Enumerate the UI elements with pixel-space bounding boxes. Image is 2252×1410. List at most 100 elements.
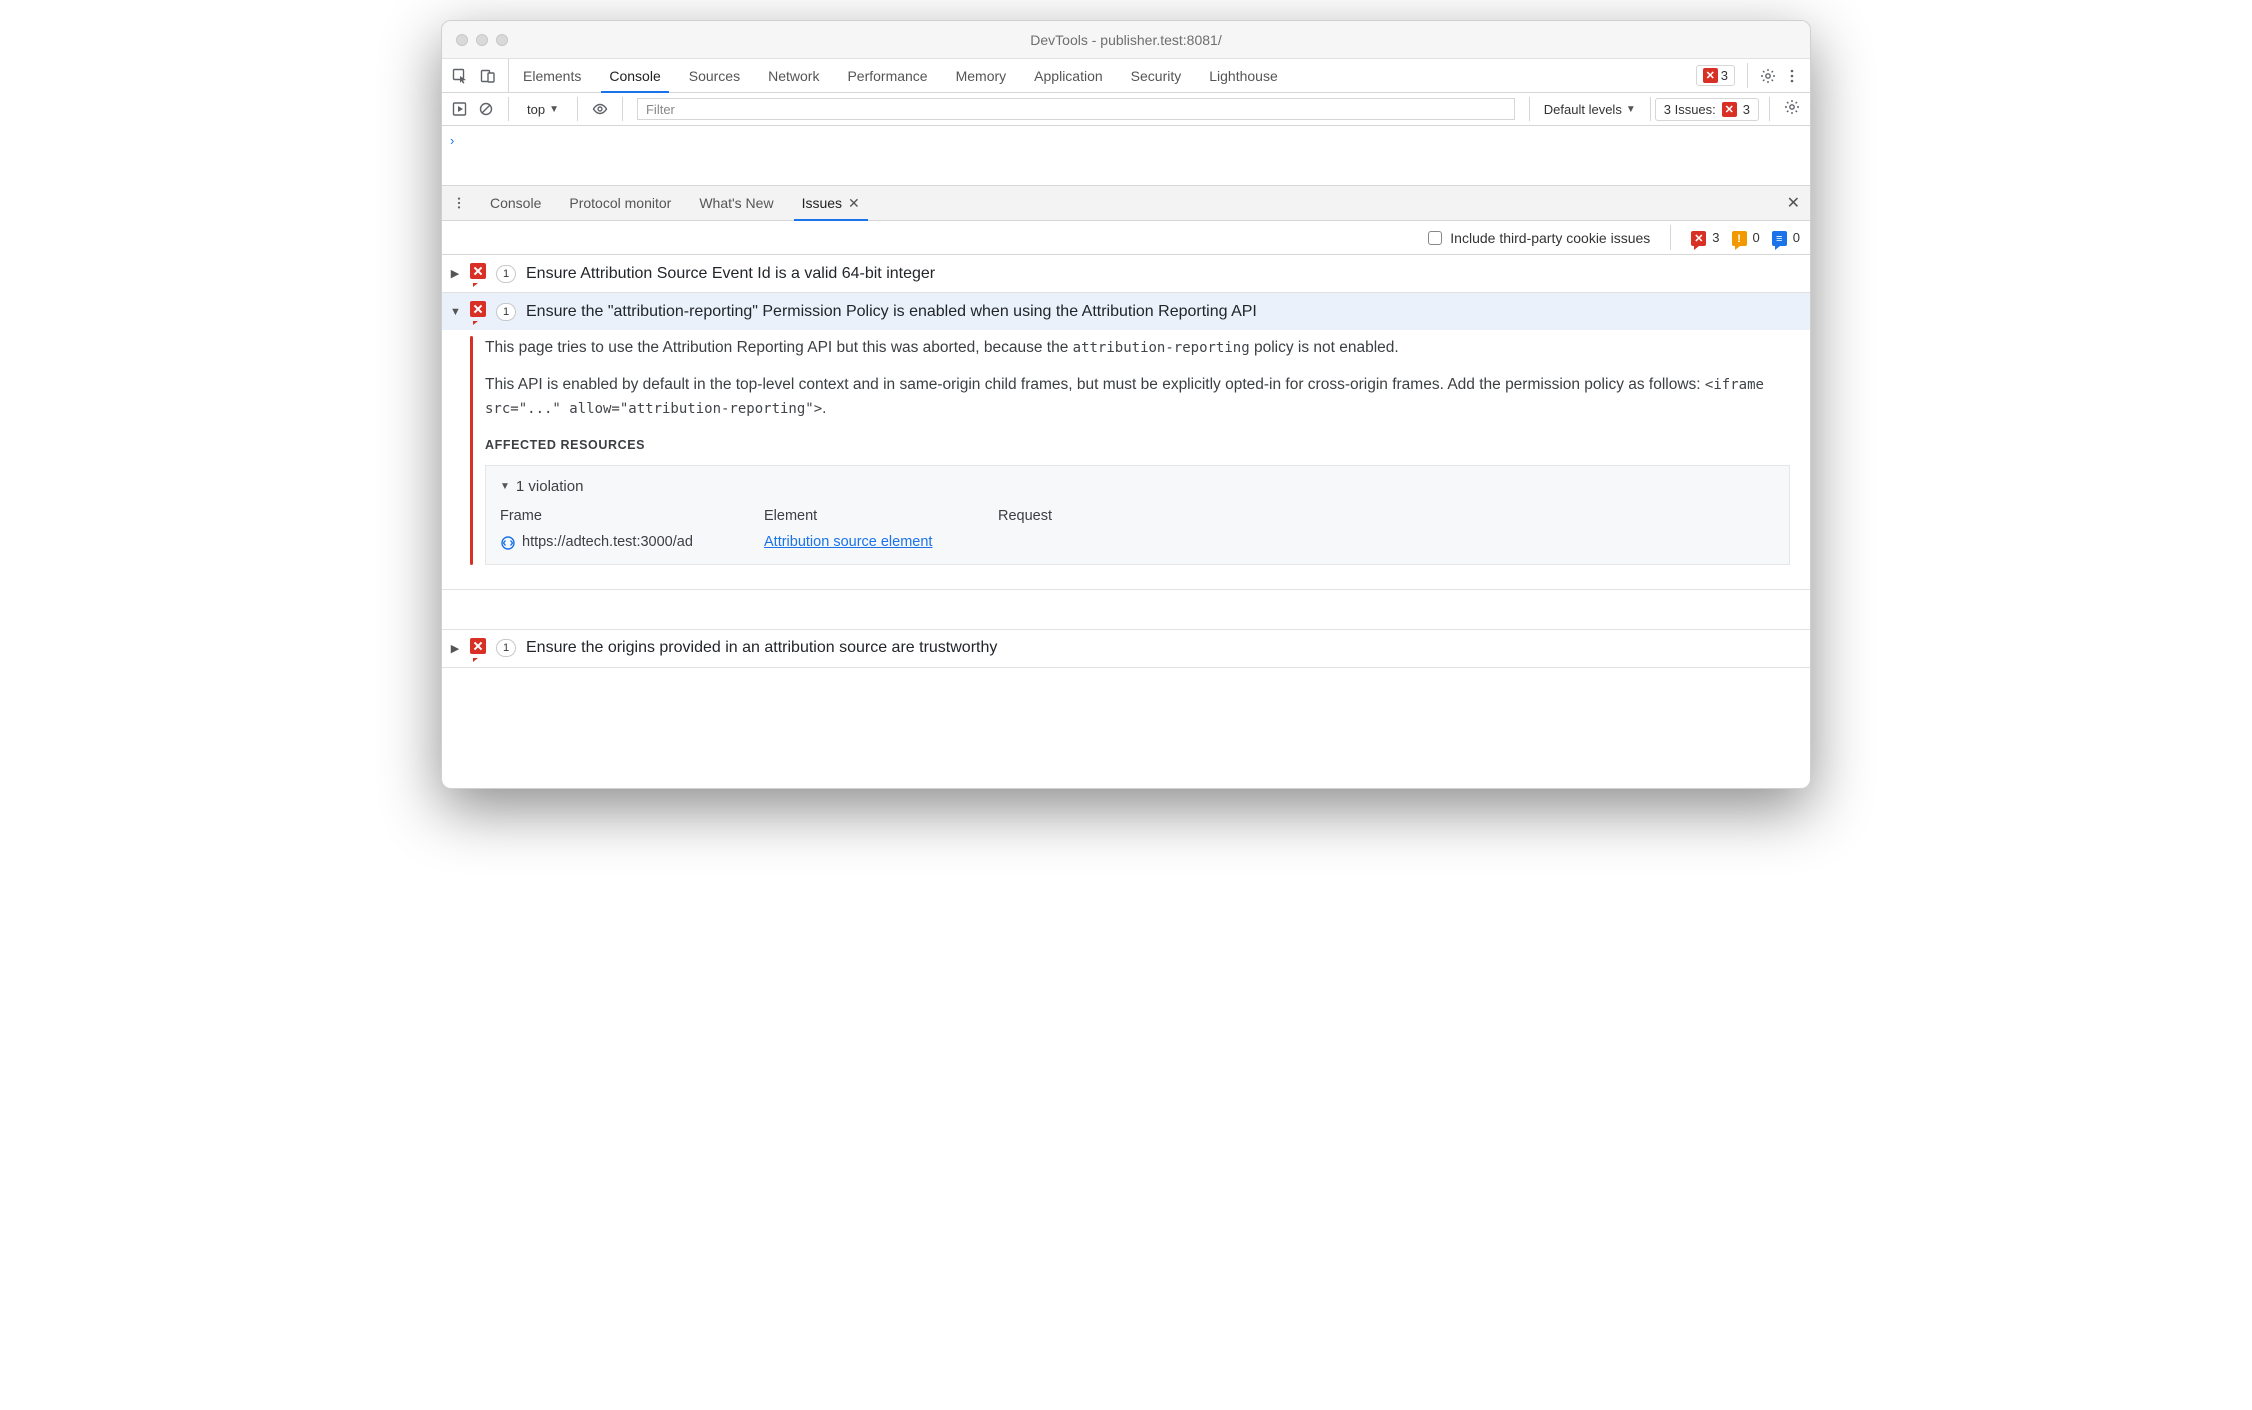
issue-title: Ensure the "attribution-reporting" Permi… (526, 303, 1257, 321)
drawer-tab-issues-label: Issues (802, 195, 842, 211)
context-selector[interactable]: top ▼ (523, 100, 563, 119)
tab-sources[interactable]: Sources (675, 59, 754, 92)
tab-network[interactable]: Network (754, 59, 833, 92)
drawer-tab-issues[interactable]: Issues ✕ (788, 186, 874, 220)
frame-cell[interactable]: https://adtech.test:3000/ad (500, 532, 750, 554)
frame-url: https://adtech.test:3000/ad (522, 532, 693, 554)
window-title: DevTools - publisher.test:8081/ (442, 32, 1810, 48)
request-cell (998, 532, 1178, 554)
drawer-tab-protocol-monitor[interactable]: Protocol monitor (555, 186, 685, 220)
issue-row: ▶ 1 Ensure the origins provided in an at… (442, 630, 1810, 668)
third-party-cookie-checkbox[interactable]: Include third-party cookie issues (1428, 230, 1650, 246)
top-error-count: 3 (1721, 68, 1728, 83)
issue-header[interactable]: ▶ 1 Ensure Attribution Source Event Id i… (442, 255, 1810, 292)
issue-title: Ensure Attribution Source Event Id is a … (526, 265, 935, 283)
error-count: 3 (1712, 230, 1719, 245)
inspect-element-icon[interactable] (452, 68, 468, 84)
issue-severity-counts: ✕ 3 ! 0 ≡ 0 (1691, 229, 1800, 247)
info-speech-icon: ≡ (1772, 229, 1787, 247)
issue-paragraph: This API is enabled by default in the to… (485, 373, 1790, 420)
close-tab-icon[interactable]: ✕ (848, 195, 860, 212)
disclosure-triangle-icon: ▼ (450, 306, 460, 318)
issues-chip-label: 3 Issues: (1664, 102, 1716, 117)
drawer-more-kebab-icon[interactable] (442, 186, 476, 220)
disclosure-triangle-icon: ▶ (450, 642, 460, 655)
settings-gear-icon[interactable] (1760, 68, 1776, 84)
more-kebab-icon[interactable] (1784, 68, 1800, 84)
violation-summary-text: 1 violation (516, 476, 584, 499)
issue-header[interactable]: ▶ 1 Ensure the origins provided in an at… (442, 630, 1810, 667)
issues-filter-bar: Include third-party cookie issues ✕ 3 ! … (442, 221, 1810, 255)
tab-elements[interactable]: Elements (509, 59, 595, 92)
issue-content: This page tries to use the Attribution R… (485, 336, 1790, 565)
affected-resources-table: Frame Element Request https://adtech.tes… (500, 506, 1775, 554)
affected-resources-heading: Affected Resources (485, 436, 1790, 455)
error-x-icon: ✕ (1722, 102, 1737, 117)
col-header-element: Element (764, 506, 984, 528)
issue-row: ▼ 1 Ensure the "attribution-reporting" P… (442, 293, 1810, 590)
console-prompt-caret-icon: › (450, 133, 454, 148)
console-settings-gear-icon[interactable] (1774, 99, 1810, 120)
info-count: 0 (1793, 230, 1800, 245)
tab-memory[interactable]: Memory (942, 59, 1021, 92)
list-spacer (442, 590, 1810, 630)
issue-count-pill: 1 (496, 303, 516, 321)
drawer-close-icon[interactable]: ✕ (1777, 186, 1810, 220)
console-filter-input[interactable] (637, 98, 1515, 120)
attribution-source-element-link[interactable]: Attribution source element (764, 534, 932, 550)
tab-lighthouse[interactable]: Lighthouse (1195, 59, 1292, 92)
context-label: top (527, 102, 545, 117)
drawer-tab-strip: Console Protocol monitor What's New Issu… (442, 186, 1810, 221)
issue-body: This page tries to use the Attribution R… (442, 330, 1810, 589)
disclosure-triangle-icon: ▼ (500, 479, 510, 494)
element-cell: Attribution source element (764, 532, 984, 554)
tab-security[interactable]: Security (1117, 59, 1196, 92)
issue-header[interactable]: ▼ 1 Ensure the "attribution-reporting" P… (442, 293, 1810, 330)
disclosure-triangle-icon: ▶ (450, 267, 460, 280)
top-error-badge[interactable]: ✕ 3 (1696, 65, 1735, 86)
issues-shortcut-chip[interactable]: 3 Issues: ✕ 3 (1655, 98, 1759, 121)
issue-row: ▶ 1 Ensure Attribution Source Event Id i… (442, 255, 1810, 293)
drawer-tab-whats-new[interactable]: What's New (685, 186, 787, 220)
tab-application[interactable]: Application (1020, 59, 1117, 92)
error-x-icon: ✕ (1703, 68, 1718, 83)
col-header-frame: Frame (500, 506, 750, 528)
issue-title: Ensure the origins provided in an attrib… (526, 639, 997, 657)
log-levels-dropdown[interactable]: Default levels ▼ (1534, 102, 1646, 117)
clear-console-icon[interactable] (478, 101, 494, 117)
drawer-tab-console[interactable]: Console (476, 186, 555, 220)
console-output[interactable]: › (442, 126, 1810, 186)
live-expression-eye-icon[interactable] (592, 101, 608, 117)
devtools-window: DevTools - publisher.test:8081/ Elements… (441, 20, 1811, 789)
console-toolbar: top ▼ Default levels ▼ 3 Issues: ✕ 3 (442, 93, 1810, 126)
log-levels-label: Default levels (1544, 102, 1622, 117)
error-speech-icon (470, 301, 486, 322)
device-toolbar-icon[interactable] (480, 68, 496, 84)
violation-summary[interactable]: ▼ 1 violation (500, 476, 1775, 499)
checkbox-icon (1428, 231, 1442, 245)
third-party-cookie-label: Include third-party cookie issues (1450, 230, 1650, 246)
bottom-space (442, 668, 1810, 788)
issue-count-pill: 1 (496, 639, 516, 657)
col-header-request: Request (998, 506, 1178, 528)
severity-bar (470, 336, 473, 565)
main-tabs: Elements Console Sources Network Perform… (509, 59, 1292, 92)
tab-performance[interactable]: Performance (833, 59, 941, 92)
issue-paragraph: This page tries to use the Attribution R… (485, 336, 1790, 359)
warning-speech-icon: ! (1732, 229, 1747, 247)
chevron-down-icon: ▼ (549, 104, 559, 115)
affected-resources-box: ▼ 1 violation Frame Element Request (485, 465, 1790, 565)
iframe-icon (500, 535, 516, 551)
tab-console[interactable]: Console (595, 59, 674, 92)
issue-count-pill: 1 (496, 265, 516, 283)
titlebar: DevTools - publisher.test:8081/ (442, 21, 1810, 59)
error-speech-icon: ✕ (1691, 229, 1706, 247)
error-speech-icon (470, 263, 486, 284)
main-tab-strip: Elements Console Sources Network Perform… (442, 59, 1810, 93)
error-speech-icon (470, 638, 486, 659)
inline-code: attribution-reporting (1073, 340, 1250, 356)
warning-count: 0 (1753, 230, 1760, 245)
issues-list: ▶ 1 Ensure Attribution Source Event Id i… (442, 255, 1810, 788)
issues-chip-count: 3 (1743, 102, 1750, 117)
execute-icon[interactable] (452, 101, 468, 117)
